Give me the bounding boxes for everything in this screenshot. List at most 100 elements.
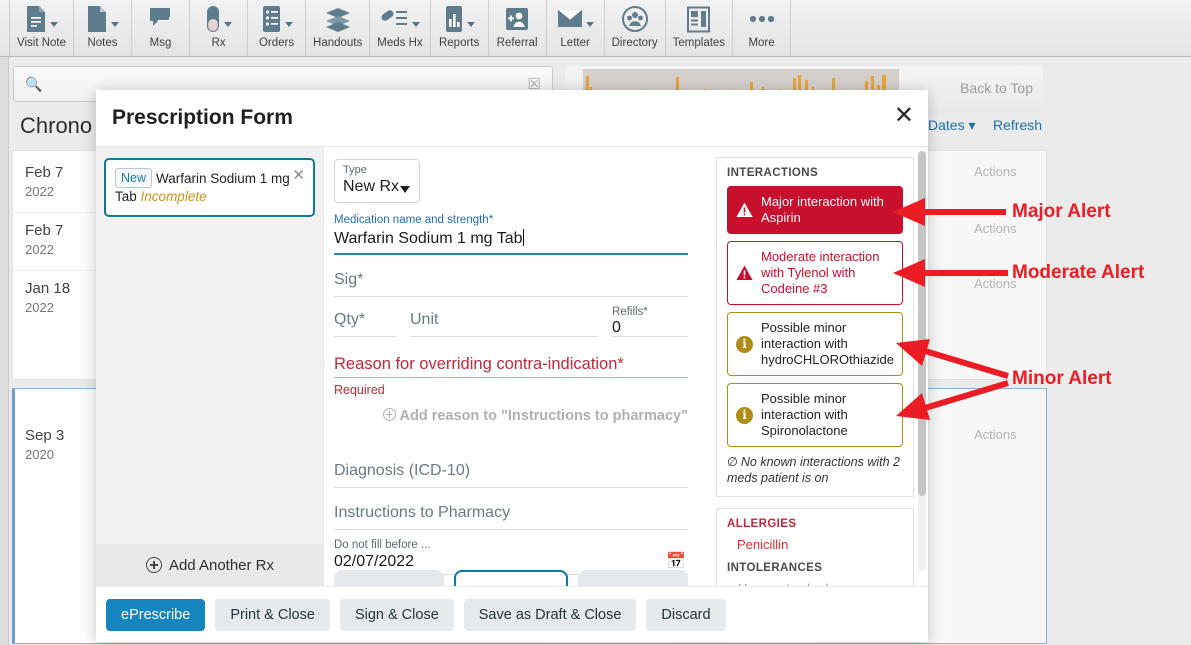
qty-unit-refills-row: Qty* Unit Refills* 0 <box>334 305 688 337</box>
sig-label: Sig* <box>334 271 364 288</box>
toolbar-filler <box>791 0 1191 56</box>
toolbar-item-label: More <box>748 37 775 49</box>
toolbar-item-meds-hx[interactable]: Meds Hx <box>370 0 431 56</box>
toolbar-item-directory[interactable]: Directory <box>605 0 666 56</box>
close-icon[interactable]: ✕ <box>894 103 914 127</box>
sign-and-close-button[interactable]: Sign & Close <box>339 598 454 631</box>
print-and-close-button[interactable]: Print & Close <box>215 598 330 631</box>
interaction-alert-minor[interactable]: i Possible minor interaction with hydroC… <box>727 312 903 376</box>
add-reason-link[interactable]: Add reason to "Instructions to pharmacy" <box>334 408 688 424</box>
modal-scrollbar[interactable] <box>918 151 926 571</box>
timeline-band <box>583 69 899 92</box>
discard-button[interactable]: Discard <box>646 598 726 631</box>
medication-value: Warfarin Sodium 1 mg Tab <box>334 230 523 247</box>
modal-title: Prescription Form <box>112 106 293 129</box>
encounter-year: 2022 <box>25 242 54 257</box>
interaction-alert-moderate[interactable]: Moderate interaction with Tylenol with C… <box>727 241 903 305</box>
document-icon <box>86 4 120 34</box>
warning-triangle-icon <box>736 202 753 218</box>
field-underline <box>410 336 598 337</box>
override-required-note: Required <box>334 383 385 397</box>
refills-field[interactable]: Refills* 0 <box>612 305 688 337</box>
add-another-rx-button[interactable]: Add Another Rx <box>96 544 324 586</box>
calendar-icon[interactable]: 📅 <box>666 551 686 570</box>
refresh-link[interactable]: Refresh <box>993 117 1042 133</box>
document-lines-icon <box>25 4 58 34</box>
dates-filter-dropdown[interactable]: Dates ▾ <box>928 117 976 134</box>
stacked-sheets-icon <box>324 4 352 34</box>
toolbar-item-templates[interactable]: Templates <box>666 0 734 56</box>
toolbar-item-label: Rx <box>211 37 226 49</box>
encounter-date: Jan 18 2022 <box>25 279 70 317</box>
toolbar-item-referral[interactable]: Referral <box>489 0 547 56</box>
toolbar-item-label: Meds Hx <box>377 37 423 49</box>
page-title: Chrono <box>20 113 93 138</box>
interaction-alert-minor[interactable]: i Possible minor interaction with Spiron… <box>727 383 903 447</box>
eprescribe-button[interactable]: ePrescribe <box>106 598 206 631</box>
modal-body: ✕ New Warfarin Sodium 1 mg Tab Incomplete… <box>96 147 928 586</box>
field-underline <box>334 253 688 255</box>
field-underline <box>334 487 688 488</box>
field-underline-error <box>334 377 688 378</box>
people-circle-icon <box>621 4 649 34</box>
interactions-panel: INTERACTIONS Major interaction with Aspi… <box>716 157 914 497</box>
encounter-month: Jan 18 <box>25 280 71 297</box>
diagnosis-field[interactable]: Diagnosis (ICD-10) <box>334 456 688 488</box>
toolbar-item-orders[interactable]: Orders <box>248 0 307 56</box>
toolbar-item-reports[interactable]: Reports <box>431 0 489 56</box>
override-reason-field[interactable]: Reason for overriding contra-indication*… <box>334 351 688 397</box>
encounter-actions[interactable]: Actions <box>974 427 1017 442</box>
sig-field[interactable]: Sig* <box>334 265 688 297</box>
instructions-label: Instructions to Pharmacy <box>334 504 511 521</box>
remove-rx-icon[interactable]: ✕ <box>292 166 305 184</box>
qty-field[interactable]: Qty* <box>334 305 396 337</box>
clipboard-list-icon <box>261 4 293 34</box>
modal-footer: ePrescribe Print & Close Sign & Close Sa… <box>96 586 928 642</box>
encounter-actions[interactable]: Actions <box>974 164 1017 179</box>
modal-scrollbar-thumb[interactable] <box>918 151 926 496</box>
no-known-interactions: ∅ No known interactions with 2 meds patie… <box>727 454 903 486</box>
chat-bubbles-icon <box>147 4 175 34</box>
text-cursor <box>522 229 524 246</box>
type-select[interactable]: Type New Rx <box>334 159 420 203</box>
prescription-form-column: Type New Rx Medication name and strength… <box>324 147 708 586</box>
toolbar-item-rx[interactable]: Rx <box>190 0 249 56</box>
encounter-year: 2020 <box>25 447 54 462</box>
encounter-actions[interactable]: Actions <box>974 221 1017 236</box>
toolbar-item-more[interactable]: More <box>733 0 792 56</box>
save-as-draft-and-close-button[interactable]: Save as Draft & Close <box>463 598 637 631</box>
encounter-month: Feb 7 <box>25 164 64 181</box>
interaction-alert-text: Possible minor interaction with Spironol… <box>761 391 848 438</box>
status-badge: New <box>115 168 153 188</box>
obscured-button[interactable] <box>578 570 688 586</box>
allergies-panel: ALLERGIES Penicillin INTOLERANCES Have n… <box>716 508 914 586</box>
medication-input[interactable]: Warfarin Sodium 1 mg Tab <box>334 227 688 253</box>
encounter-year: 2022 <box>25 184 54 199</box>
unit-field[interactable]: Unit <box>410 305 598 337</box>
instructions-field[interactable]: Instructions to Pharmacy <box>334 498 688 530</box>
encounter-actions[interactable]: Actions <box>974 276 1017 291</box>
toolbar-item-label: Reports <box>438 37 480 49</box>
rx-list-item[interactable]: ✕ New Warfarin Sodium 1 mg Tab Incomplete <box>104 158 315 217</box>
interaction-alert-major[interactable]: Major interaction with Aspirin <box>727 186 903 234</box>
toolbar-item-letter[interactable]: Letter <box>547 0 605 56</box>
obscured-button-focused[interactable] <box>454 570 568 586</box>
toolbar-item-label: Handouts <box>313 37 363 49</box>
toolbar-item-visit-note[interactable]: Visit Note <box>10 0 75 56</box>
allergy-item: Penicillin <box>737 537 789 552</box>
chevron-down-icon <box>412 21 421 27</box>
interaction-alert-text: Moderate interaction with Tylenol with C… <box>761 249 880 296</box>
obscured-button[interactable] <box>334 570 444 586</box>
back-to-top-button[interactable]: Back to Top <box>960 80 1033 96</box>
warning-triangle-icon <box>736 265 753 281</box>
interaction-alert-text: Possible minor interaction with hydroCHL… <box>761 320 894 367</box>
medication-label: Medication name and strength* <box>334 214 494 226</box>
app-root: Visit Note Notes Msg Rx Orders Handouts … <box>0 0 1191 645</box>
interactions-column: INTERACTIONS Major interaction with Aspi… <box>708 147 928 586</box>
chevron-down-icon <box>50 21 58 27</box>
medication-field[interactable]: Medication name and strength* Warfarin S… <box>334 213 688 255</box>
toolbar-item-notes[interactable]: Notes <box>74 0 133 56</box>
toolbar-item-handouts[interactable]: Handouts <box>306 0 371 56</box>
modal-header: Prescription Form ✕ <box>96 90 928 147</box>
toolbar-item-msg[interactable]: Msg <box>132 0 191 56</box>
